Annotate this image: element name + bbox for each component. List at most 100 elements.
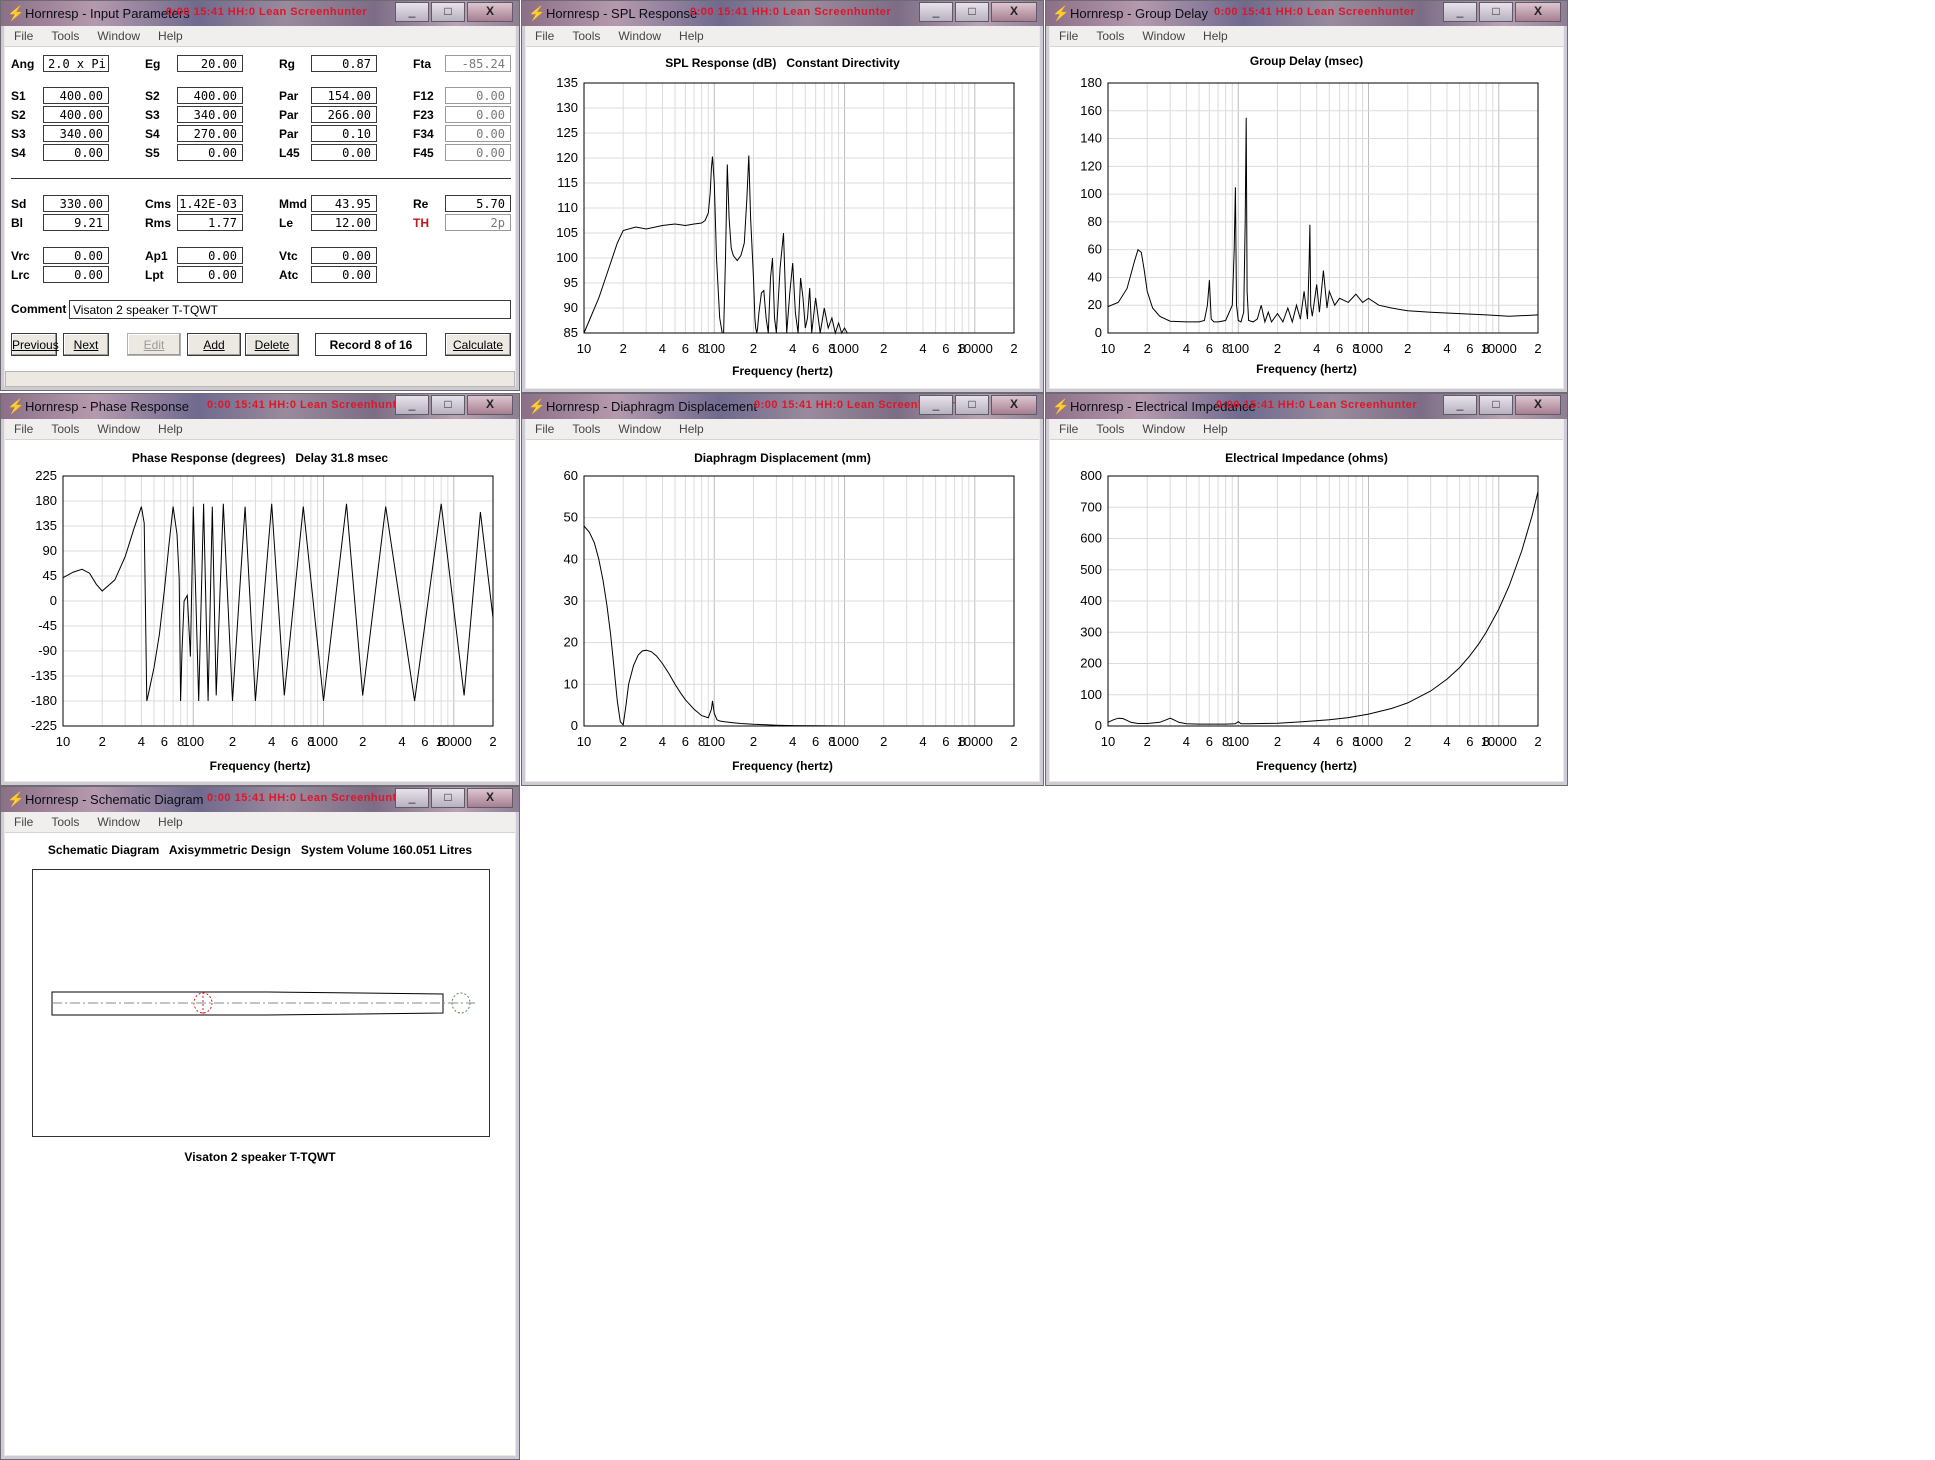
menu-help[interactable]: Help <box>1194 26 1237 46</box>
input-titlebar[interactable]: ⚡ Hornresp - Input Parameters 0:00 15:41… <box>1 1 519 26</box>
menu-tools[interactable]: Tools <box>563 419 609 439</box>
menu-help[interactable]: Help <box>149 26 192 46</box>
spl-response-window[interactable]: ⚡ Hornresp - SPL Response 0:00 15:41 HH:… <box>521 0 1044 393</box>
s4-field[interactable]: 0.00 <box>43 144 109 161</box>
menu-file[interactable]: File <box>5 812 42 832</box>
cms-field[interactable]: 1.42E-03 <box>177 195 243 212</box>
previous-button[interactable]: Previous <box>11 333 59 356</box>
menu-window[interactable]: Window <box>1133 419 1194 439</box>
par-field[interactable]: 266.00 <box>311 106 377 123</box>
close-button[interactable]: X <box>991 2 1037 22</box>
lrc-field[interactable]: 0.00 <box>43 266 109 283</box>
s3-field[interactable]: 340.00 <box>43 125 109 142</box>
par-field[interactable]: 0.10 <box>311 125 377 142</box>
schematic-diagram-window[interactable]: ⚡ Hornresp - Schematic Diagram 0:00 15:4… <box>0 786 520 1460</box>
minimize-button[interactable]: _ <box>919 395 953 415</box>
menu-tools[interactable]: Tools <box>1087 419 1133 439</box>
rg-field[interactable]: 0.87 <box>311 55 377 72</box>
electrical-impedance-window[interactable]: ⚡ Hornresp - Electrical Impedance 0:00 1… <box>1045 393 1568 786</box>
minimize-button[interactable]: _ <box>1443 2 1477 22</box>
menu-file[interactable]: File <box>1050 419 1087 439</box>
menu-help[interactable]: Help <box>1194 419 1237 439</box>
minimize-button[interactable]: _ <box>395 2 429 22</box>
menu-tools[interactable]: Tools <box>42 419 88 439</box>
eg-field[interactable]: 20.00 <box>177 55 243 72</box>
close-button[interactable]: X <box>1515 395 1561 415</box>
menu-help[interactable]: Help <box>670 26 713 46</box>
maximize-button[interactable]: □ <box>1479 395 1513 415</box>
le-field[interactable]: 12.00 <box>311 214 377 231</box>
group-delay-window[interactable]: ⚡ Hornresp - Group Delay 0:00 15:41 HH:0… <box>1045 0 1568 393</box>
vrc-field[interactable]: 0.00 <box>43 247 109 264</box>
close-button[interactable]: X <box>1515 2 1561 22</box>
delete-button[interactable]: Delete <box>245 333 299 356</box>
ang-field[interactable]: 2.0 x Pi <box>43 55 109 72</box>
calculate-button[interactable]: Calculate <box>445 333 511 356</box>
comment-field[interactable]: Visaton 2 speaker T-TQWT <box>69 300 511 319</box>
re-field[interactable]: 5.70 <box>445 195 511 212</box>
maximize-button[interactable]: □ <box>431 788 465 808</box>
menu-window[interactable]: Window <box>609 419 670 439</box>
minimize-button[interactable]: _ <box>919 2 953 22</box>
menu-help[interactable]: Help <box>149 812 192 832</box>
s5-field[interactable]: 0.00 <box>177 144 243 161</box>
menu-window[interactable]: Window <box>88 812 149 832</box>
menu-tools[interactable]: Tools <box>42 26 88 46</box>
close-button[interactable]: X <box>467 2 513 22</box>
diaphragm-displacement-window[interactable]: ⚡ Hornresp - Diaphragm Displacement 0:00… <box>521 393 1044 786</box>
s1-field[interactable]: 400.00 <box>43 87 109 104</box>
menu-tools[interactable]: Tools <box>42 812 88 832</box>
menu-tools[interactable]: Tools <box>1087 26 1133 46</box>
add-button[interactable]: Add <box>187 333 241 356</box>
minimize-button[interactable]: _ <box>1443 395 1477 415</box>
menu-tools[interactable]: Tools <box>563 26 609 46</box>
bl-field[interactable]: 9.21 <box>43 214 109 231</box>
maximize-button[interactable]: □ <box>431 395 465 415</box>
menu-window[interactable]: Window <box>1133 26 1194 46</box>
menu-file[interactable]: File <box>5 26 42 46</box>
schem-titlebar[interactable]: ⚡ Hornresp - Schematic Diagram 0:00 15:4… <box>1 787 519 812</box>
maximize-button[interactable]: □ <box>431 2 465 22</box>
disp-titlebar[interactable]: ⚡ Hornresp - Diaphragm Displacement 0:00… <box>522 394 1043 419</box>
menu-window[interactable]: Window <box>88 26 149 46</box>
menu-help[interactable]: Help <box>149 419 192 439</box>
phase-titlebar[interactable]: ⚡ Hornresp - Phase Response 0:00 15:41 H… <box>1 394 519 419</box>
close-button[interactable]: X <box>467 788 513 808</box>
minimize-button[interactable]: _ <box>395 788 429 808</box>
menu-bar: File Tools Window Help <box>526 419 1039 440</box>
lpt-field[interactable]: 0.00 <box>177 266 243 283</box>
close-button[interactable]: X <box>991 395 1037 415</box>
spl-titlebar[interactable]: ⚡ Hornresp - SPL Response 0:00 15:41 HH:… <box>522 1 1043 26</box>
close-button[interactable]: X <box>467 395 513 415</box>
next-button[interactable]: Next <box>63 333 109 356</box>
s2-field[interactable]: 400.00 <box>177 87 243 104</box>
mmd-field[interactable]: 43.95 <box>311 195 377 212</box>
s4-field[interactable]: 270.00 <box>177 125 243 142</box>
rms-field[interactable]: 1.77 <box>177 214 243 231</box>
phase-response-window[interactable]: ⚡ Hornresp - Phase Response 0:00 15:41 H… <box>0 393 520 786</box>
maximize-button[interactable]: □ <box>1479 2 1513 22</box>
s2-label: S2 <box>11 108 26 122</box>
l45-field[interactable]: 0.00 <box>311 144 377 161</box>
sd-field[interactable]: 330.00 <box>43 195 109 212</box>
window-title: Hornresp - Schematic Diagram <box>25 792 204 807</box>
menu-file[interactable]: File <box>526 26 563 46</box>
menu-window[interactable]: Window <box>609 26 670 46</box>
s3-field[interactable]: 340.00 <box>177 106 243 123</box>
menu-file[interactable]: File <box>1050 26 1087 46</box>
minimize-button[interactable]: _ <box>395 395 429 415</box>
menu-help[interactable]: Help <box>670 419 713 439</box>
imp-titlebar[interactable]: ⚡ Hornresp - Electrical Impedance 0:00 1… <box>1046 394 1567 419</box>
menu-file[interactable]: File <box>5 419 42 439</box>
maximize-button[interactable]: □ <box>955 2 989 22</box>
s2-field[interactable]: 400.00 <box>43 106 109 123</box>
maximize-button[interactable]: □ <box>955 395 989 415</box>
vtc-field[interactable]: 0.00 <box>311 247 377 264</box>
input-parameters-window[interactable]: ⚡ Hornresp - Input Parameters 0:00 15:41… <box>0 0 520 391</box>
par-field[interactable]: 154.00 <box>311 87 377 104</box>
atc-field[interactable]: 0.00 <box>311 266 377 283</box>
menu-window[interactable]: Window <box>88 419 149 439</box>
menu-file[interactable]: File <box>526 419 563 439</box>
gd-titlebar[interactable]: ⚡ Hornresp - Group Delay 0:00 15:41 HH:0… <box>1046 1 1567 26</box>
ap1-field[interactable]: 0.00 <box>177 247 243 264</box>
